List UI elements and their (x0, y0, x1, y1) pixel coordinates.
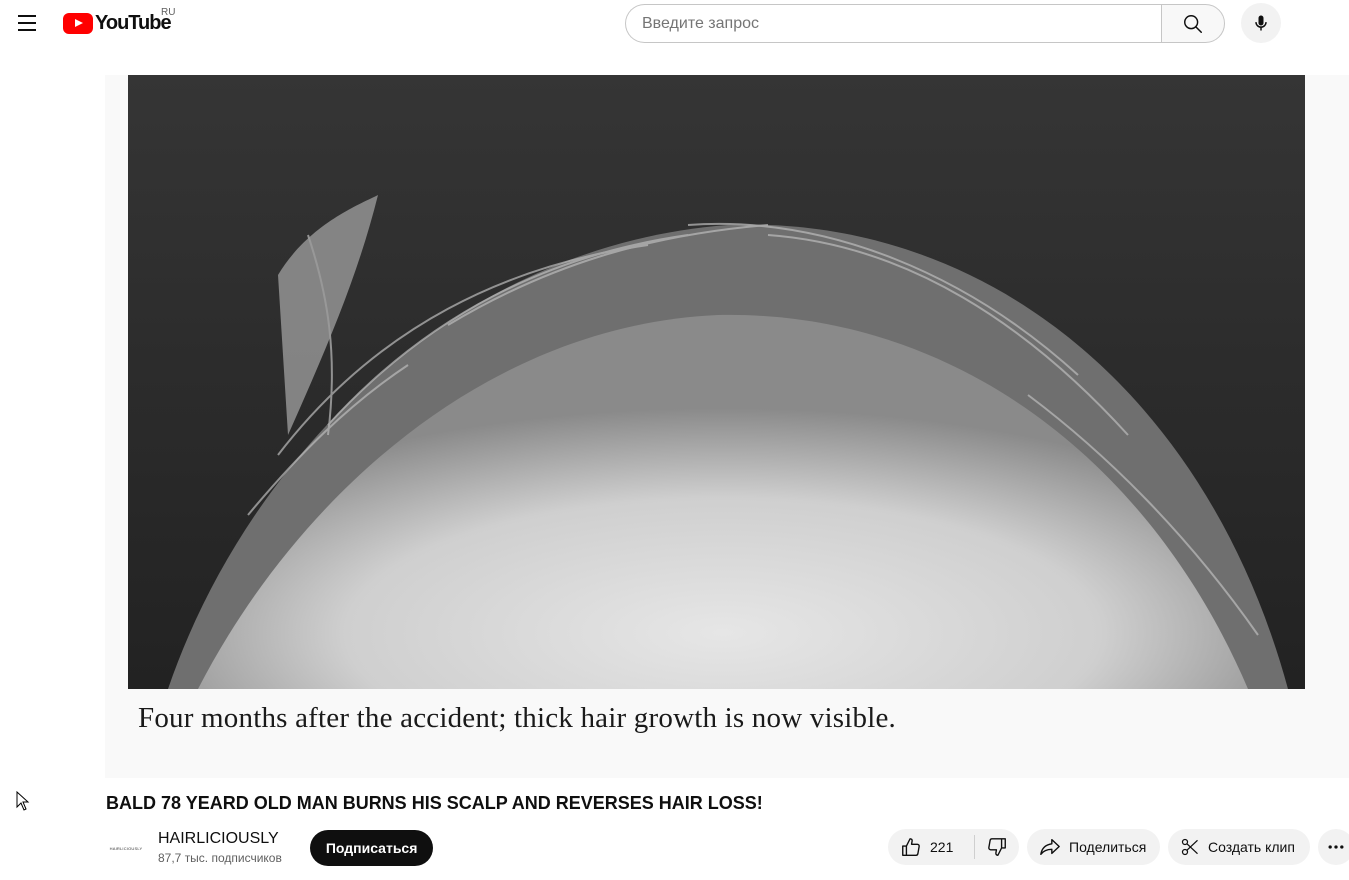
scissors-icon (1181, 838, 1198, 856)
mouse-pointer-icon (16, 790, 30, 816)
subscriber-count: 87,7 тыс. подписчиков (158, 851, 282, 865)
voice-search-button[interactable] (1241, 3, 1281, 43)
avatar-logo-text: HAIRLICIOUSLY (109, 845, 143, 851)
search-bar (625, 4, 1225, 43)
dislike-button[interactable] (975, 829, 1019, 865)
logo-text: YouTube (95, 12, 172, 34)
region-code: RU (161, 7, 176, 18)
thumbs-down-icon (988, 838, 1006, 856)
video-title: BALD 78 YEARD OLD MAN BURNS HIS SCALP AN… (106, 793, 763, 813)
share-arrow-icon (1040, 838, 1060, 856)
like-button[interactable]: 221 (888, 829, 974, 865)
channel-info: HAIRLICIOUSLY 87,7 тыс. подписчиков (158, 829, 282, 867)
masthead: YouTube RU (0, 0, 1349, 46)
more-horizontal-icon (1328, 845, 1344, 849)
search-button[interactable] (1161, 4, 1225, 43)
share-label: Поделиться (1069, 839, 1147, 855)
microphone-icon (1255, 15, 1267, 31)
search-input[interactable] (625, 4, 1161, 43)
search-icon (1184, 14, 1202, 33)
channel-avatar[interactable]: HAIRLICIOUSLY (106, 828, 146, 868)
like-count: 221 (930, 839, 954, 855)
hamburger-menu-icon[interactable] (11, 7, 43, 39)
subscribe-button[interactable]: Подписаться (309, 830, 434, 866)
video-owner: HAIRLICIOUSLY HAIRLICIOUSLY 87,7 тыс. по… (106, 828, 434, 868)
video-frame-photo (128, 75, 1305, 689)
create-clip-button[interactable]: Создать клип (1168, 829, 1310, 865)
like-dislike-group: 221 (888, 829, 1019, 865)
video-player[interactable]: Four months after the accident; thick ha… (105, 75, 1349, 778)
channel-name[interactable]: HAIRLICIOUSLY (158, 829, 282, 849)
more-actions-button[interactable] (1318, 829, 1349, 865)
clip-label: Создать клип (1208, 839, 1295, 855)
scalp-photo-illustration (128, 75, 1305, 689)
youtube-logo[interactable]: YouTube (63, 12, 172, 34)
thumbs-up-icon (902, 838, 920, 856)
youtube-play-icon (63, 12, 93, 34)
photo-caption: Four months after the accident; thick ha… (138, 702, 896, 734)
share-button[interactable]: Поделиться (1027, 829, 1160, 865)
